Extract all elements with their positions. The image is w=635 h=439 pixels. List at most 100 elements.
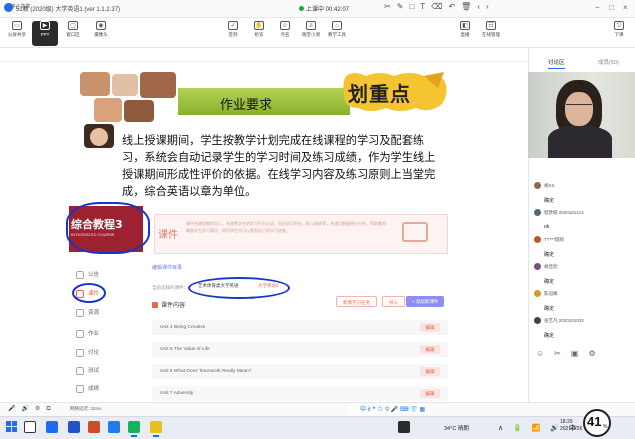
unit-row[interactable]: Unit 7 Adversity 编辑 [152, 386, 448, 402]
edit-catalog-link[interactable]: 编辑课件目录 [152, 264, 182, 271]
avatar [534, 182, 541, 190]
window-title: 51教 (2020级) 大学英语1 (ver 1.1.2.37) [16, 7, 121, 13]
ppt-app-icon[interactable] [88, 421, 100, 433]
edit-unit-button[interactable]: 编辑 [420, 323, 440, 332]
edit-unit-button[interactable]: 编辑 [420, 345, 440, 354]
add-courseware-button[interactable]: + 添加新课件 [406, 296, 445, 307]
edit-unit-button[interactable]: 编辑 [420, 389, 440, 398]
menu-item-notice[interactable]: 公告 [76, 270, 99, 279]
rollcall-icon: ☺ [280, 21, 290, 30]
live-icon: ◧ [460, 21, 470, 30]
shape-icon[interactable]: □ [409, 2, 420, 11]
pointer-icon[interactable]: ✂ [384, 2, 397, 11]
tab-members[interactable]: 成员(50) [598, 58, 619, 66]
annotation-toolbar[interactable]: ✂✎□T⌫↶🗑‹› [384, 2, 495, 11]
emoji-icon[interactable]: ☺ [536, 349, 554, 358]
speaker-icon[interactable]: 🔊 [21, 406, 34, 412]
annotation-circle [72, 283, 106, 303]
share-bar [0, 48, 528, 62]
undo-icon[interactable]: ↶ [448, 2, 461, 11]
chat-message: 胡佳欣 确定 [534, 258, 628, 285]
word-icon[interactable] [68, 421, 80, 433]
menu-item-grade[interactable]: 成绩 [76, 384, 99, 393]
import-button[interactable]: 导入 [382, 296, 405, 307]
rollcall-button[interactable]: ☺ 点名 [272, 21, 298, 46]
end-class-icon: ⎋ [614, 21, 624, 30]
tools-icon: ⌂ [332, 21, 342, 30]
camera-icon: ◉ [96, 21, 106, 30]
main-toolbar: ▭ 分屏共享 ▶ PPT ▢ 窗口区 ◉ 摄像头 ✓ 签到 ✋ 抢答 ☺ 点名 … [0, 18, 635, 48]
ime-toolbar[interactable]: 中 ∂ ❝ ☆ ⚲ 🎤 ⌨ 👕 ▦ [348, 404, 432, 414]
menu-item-test[interactable]: 测试 [76, 366, 99, 375]
teaching-tools-button[interactable]: ⌂ 教学工具 [324, 21, 350, 46]
camera-button[interactable]: ◉ 摄像头 [88, 21, 114, 46]
screen-share-icon: ▭ [12, 21, 22, 30]
unit-row[interactable]: Unit 4 Being Creative 编辑 [152, 320, 448, 336]
recording-dot-icon [299, 6, 304, 11]
end-class-button[interactable]: ⎋ 下课 [606, 21, 632, 46]
close-button[interactable]: × [623, 3, 628, 12]
online-manage-button[interactable]: ☷ 在线管理 [478, 21, 504, 46]
file-explorer-icon[interactable] [150, 421, 162, 437]
screen-share-button[interactable]: ▭ 分屏共享 [4, 21, 30, 46]
edit-unit-button[interactable]: 编辑 [420, 367, 440, 376]
system-clock[interactable]: 18:20 2021/9/26 [560, 419, 582, 433]
mail-icon[interactable] [108, 421, 120, 433]
prev-page-icon[interactable]: ‹ [477, 2, 486, 11]
ppt-button[interactable]: ▶ PPT [32, 21, 58, 46]
wechat-icon[interactable] [128, 421, 140, 437]
discuss-icon [76, 348, 84, 357]
next-page-icon[interactable]: › [486, 2, 495, 11]
settings-icon[interactable]: ⚙ [588, 349, 605, 358]
weather-widget[interactable]: 34°C 晴朗 [444, 424, 469, 432]
section-dot-icon [152, 302, 158, 309]
maximize-button[interactable]: □ [609, 3, 614, 12]
rush-answer-button[interactable]: ✋ 抢答 [246, 21, 272, 46]
chat-message: 陈冠峰 确定 [534, 285, 628, 312]
chat-message: 胡XX 确定 [534, 177, 628, 204]
avatar [534, 209, 541, 217]
avatar [534, 236, 541, 244]
browser-icon[interactable] [46, 421, 58, 433]
mic-icon[interactable]: 🎤 [8, 406, 21, 412]
manage-icon: ☷ [486, 21, 496, 30]
quiz-button[interactable]: ≡ 随堂小测 [298, 21, 324, 46]
courseware-panel-desc: 课件由课程教师导入，系统将学生的学习行为记录，包括学习时长、练习成绩等，并通过数… [186, 221, 386, 233]
chat-message: 程梦楠 2020101414 ok [534, 204, 628, 230]
menu-item-homework[interactable]: 作业 [76, 329, 99, 338]
layout-icon[interactable]: ⧉ [46, 406, 56, 412]
chat-message: TT***翔翔 确定 [534, 231, 628, 258]
text-icon[interactable]: T [420, 2, 431, 11]
menu-item-resource[interactable]: 资源 [76, 308, 99, 317]
menu-item-discuss[interactable]: 讨论 [76, 348, 99, 357]
tab-discussion[interactable]: 讨论区 [548, 58, 565, 69]
settings-icon[interactable]: ⚙ [35, 406, 46, 412]
unit-row[interactable]: Unit 5 The Value of Life 编辑 [152, 342, 448, 358]
windows-start-icon[interactable] [6, 421, 17, 432]
annotation-circle [66, 202, 150, 254]
grade-icon [76, 384, 84, 393]
quiz-icon: ≡ [306, 21, 316, 30]
unit-row[interactable]: Unit 6 What Does Teamwork Really Mean? 编… [152, 364, 448, 380]
network-speed-value: 41 [587, 414, 602, 429]
trash-icon[interactable]: 🗑 [461, 2, 477, 11]
avatar [534, 290, 541, 298]
minimize-button[interactable]: − [595, 3, 600, 12]
chat-toolbar: ☺✂▣⚙ [536, 349, 606, 358]
image-icon[interactable]: ▣ [571, 349, 589, 358]
checkin-button[interactable]: ✓ 签到 [220, 21, 246, 46]
book-icon [402, 222, 428, 242]
taskbar-app-icon[interactable] [398, 421, 410, 433]
pen-icon[interactable]: ✎ [397, 2, 410, 11]
add-task-button[interactable]: 新增学习任务 [336, 296, 377, 307]
search-icon[interactable] [24, 421, 36, 433]
stop-share-button[interactable]: ○ 停止共享 [6, 3, 30, 10]
footer-controls: 🎤🔊⚙⧉ [8, 405, 57, 413]
window-button[interactable]: ▢ 窗口区 [60, 21, 86, 46]
eraser-icon[interactable]: ⌫ [431, 2, 448, 11]
network-latency: 网络延迟: 32ms [70, 406, 102, 411]
screenshot-icon[interactable]: ✂ [554, 349, 571, 358]
live-button[interactable]: ◧ 直播 [452, 21, 478, 46]
courseware-content-heading: 课件内容 [152, 300, 185, 309]
ppt-icon: ▶ [40, 21, 50, 30]
